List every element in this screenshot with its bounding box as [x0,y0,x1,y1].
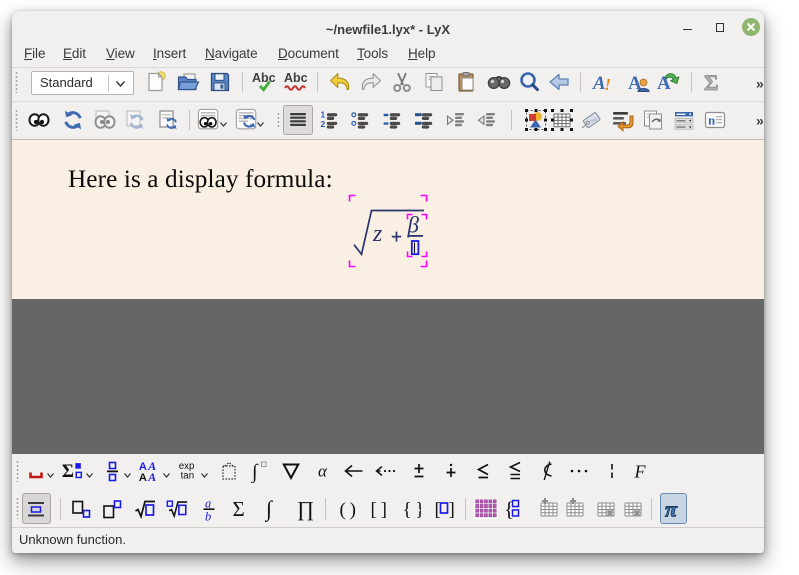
svg-text:]: ] [449,500,455,521]
svg-text:z: z [372,221,383,247]
svg-text:Σ: Σ [233,497,245,521]
svg-text:β: β [407,213,420,238]
svg-text:»: » [756,113,764,129]
svg-text:∏: ∏ [297,497,314,521]
svg-text:1: 1 [321,110,326,120]
svg-text:b: b [205,510,211,522]
svg-text:α: α [318,462,328,481]
svg-text:( ): ( ) [340,500,356,521]
svg-text:Abc: Abc [252,71,275,85]
svg-text:∫: ∫ [264,496,274,522]
svg-text:Σ: Σ [704,70,718,94]
svg-text:{ }: { } [403,500,422,521]
svg-text:n: n [708,113,716,128]
svg-text:A: A [139,472,147,483]
svg-text:2: 2 [321,119,326,129]
svg-text:π: π [665,497,678,522]
svg-text:Σ: Σ [62,461,74,481]
svg-text:[ ]: [ ] [371,500,387,521]
svg-text:»: » [756,76,764,92]
svg-text:∫: ∫ [250,461,259,483]
svg-text:Abc: Abc [284,71,307,85]
svg-text:F: F [634,462,647,482]
